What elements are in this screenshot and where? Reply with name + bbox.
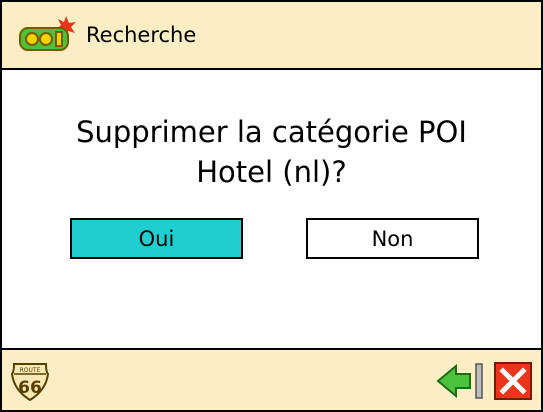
question-line-1: Supprimer la catégorie POI [76,115,467,149]
app-window: Recherche Supprimer la catégorie POI Hot… [0,0,543,412]
poi-icon [16,14,78,56]
route-66-logo-icon[interactable]: ROUTE 66 [10,360,50,402]
close-icon[interactable] [494,362,532,400]
question-line-2: Hotel (nl)? [196,155,347,189]
route-logo-top: ROUTE [20,367,41,374]
no-button[interactable]: Non [306,218,479,259]
back-arrow-icon[interactable] [436,362,486,400]
route-logo-number: 66 [18,378,42,398]
dialog-content: Supprimer la catégorie POI Hotel (nl)? O… [2,70,541,348]
bottom-bar: ROUTE 66 [2,348,541,410]
title-bar: Recherche [2,2,541,70]
confirm-question: Supprimer la catégorie POI Hotel (nl)? [2,112,541,192]
yes-button[interactable]: Oui [70,218,243,259]
window-title: Recherche [86,23,197,47]
